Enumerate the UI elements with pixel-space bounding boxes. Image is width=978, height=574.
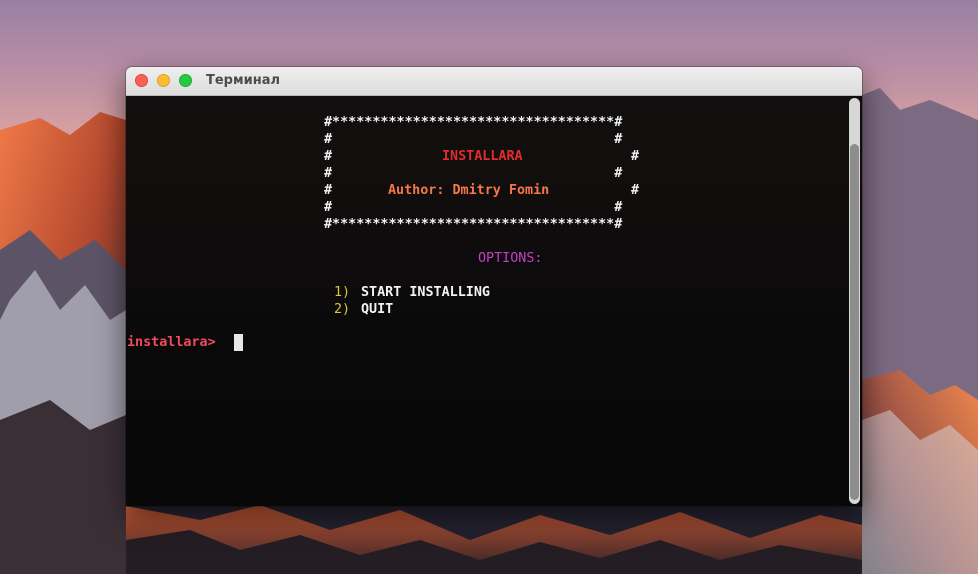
banner-border-top: #***********************************# [324, 115, 623, 130]
text-cursor[interactable] [234, 334, 243, 351]
option-start-installing: START INSTALLING [361, 285, 490, 300]
banner-empty-line: # # [324, 132, 623, 147]
options-header: OPTIONS: [478, 251, 543, 266]
scrollbar-thumb[interactable] [850, 144, 859, 500]
terminal-window: Терминал #******************************… [126, 67, 862, 506]
banner-title: INSTALLARA [442, 149, 523, 164]
banner-empty-line: # # [324, 200, 623, 215]
banner-author: Author: Dmitry Fomin [388, 183, 550, 198]
banner-edge: # [631, 183, 640, 198]
banner-edge: # [324, 183, 333, 198]
minimize-button[interactable] [157, 74, 170, 87]
window-title: Терминал [206, 73, 281, 88]
banner-border-bottom: #***********************************# [324, 217, 623, 232]
terminal-output[interactable]: #***********************************# # … [126, 96, 862, 506]
banner-empty-line: # # [324, 166, 623, 181]
banner-edge: # [631, 149, 640, 164]
banner-edge: # [324, 149, 333, 164]
window-titlebar[interactable]: Терминал [126, 67, 862, 96]
maximize-button[interactable] [179, 74, 192, 87]
option-number: 1) [334, 285, 351, 300]
option-quit: QUIT [361, 302, 394, 317]
vertical-scrollbar[interactable] [847, 96, 862, 506]
option-number: 2) [334, 302, 351, 317]
close-button[interactable] [135, 74, 148, 87]
shell-prompt: installara> [127, 335, 216, 350]
